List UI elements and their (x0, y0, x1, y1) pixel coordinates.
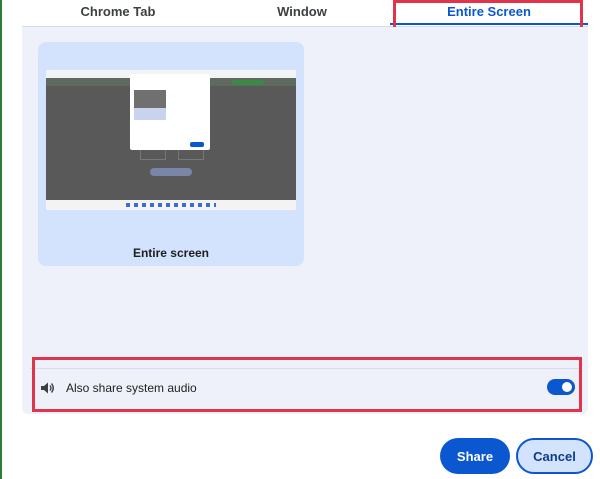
system-audio-row: Also share system audio (30, 368, 580, 407)
toggle-knob (562, 382, 572, 392)
thumbnail-pill (150, 168, 192, 176)
screen-thumbnail (46, 70, 296, 210)
thumbnail-dialog-button (190, 142, 204, 147)
thumbnail-green-button (232, 80, 264, 85)
entire-screen-label: Entire screen (132, 246, 210, 260)
source-tabs: Chrome Tab Window Entire Screen (22, 0, 588, 27)
share-button[interactable]: Share (440, 438, 510, 474)
window-edge (0, 0, 2, 479)
entire-screen-option[interactable]: Entire screen (38, 42, 304, 266)
thumbnail-dialog-preview (134, 90, 166, 108)
tab-entire-screen[interactable]: Entire Screen (390, 0, 588, 25)
source-panel: Entire screen Also share system audio (22, 27, 588, 414)
thumbnail-taskbar-icons (126, 203, 216, 207)
tab-chrome-tab[interactable]: Chrome Tab (38, 0, 198, 25)
tab-window[interactable]: Window (222, 0, 382, 25)
system-audio-label: Also share system audio (66, 381, 197, 395)
thumbnail-dialog (130, 74, 210, 150)
thumbnail-dialog-selection (134, 108, 166, 120)
cancel-button[interactable]: Cancel (516, 438, 593, 474)
speaker-icon (41, 382, 54, 394)
system-audio-toggle[interactable] (547, 379, 575, 395)
